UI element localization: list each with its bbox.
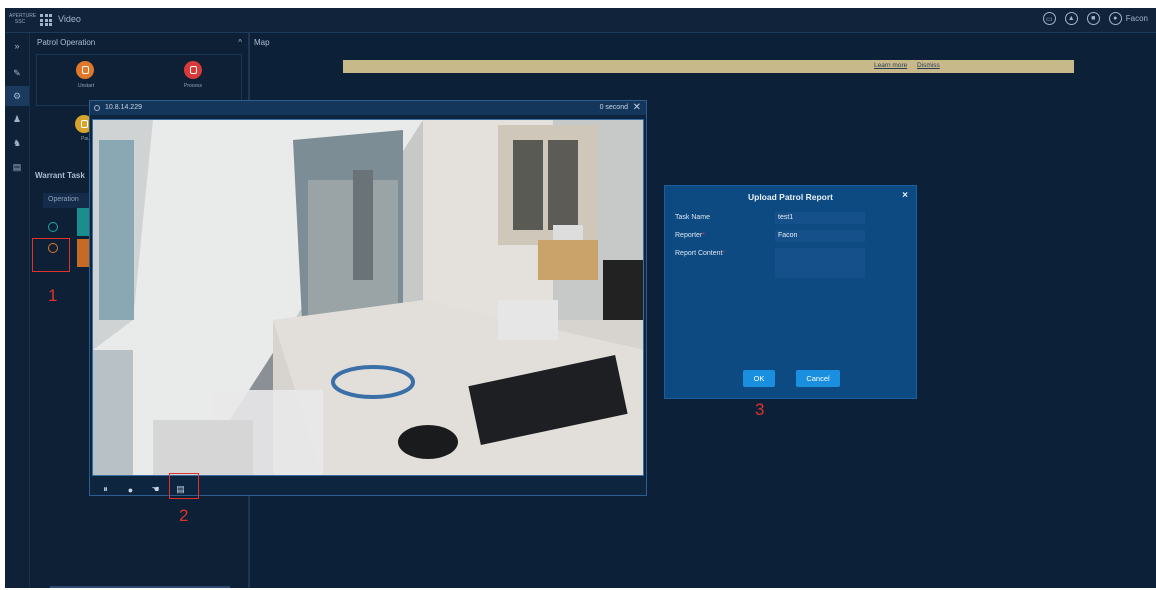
upload-report-dialog: Upload Patrol Report × Task Name test1 R… — [664, 185, 917, 399]
dialog-close-icon[interactable]: × — [902, 190, 908, 201]
report-content-label-text: Report Content — [675, 250, 723, 257]
unstart-button[interactable] — [76, 61, 94, 79]
pause-icon[interactable]: ⏸ — [100, 484, 111, 495]
cancel-button[interactable]: Cancel — [796, 370, 840, 387]
panel-header[interactable]: Patrol Operation ^ — [30, 33, 248, 53]
video-frame-image — [93, 120, 643, 475]
panel-scrollbar[interactable] — [50, 586, 230, 588]
top-icons: ▭ ▲ ■ ● Facon — [1042, 12, 1148, 25]
collapse-caret-icon[interactable]: ^ — [238, 38, 242, 47]
task-name-field[interactable]: test1 — [775, 212, 865, 224]
left-rail: » ✎ ⚙ ♟ ♞ ▤ — [5, 33, 30, 588]
patrol-active-icon[interactable]: ⚙ — [5, 86, 29, 106]
report-content-label: Report Content* — [675, 250, 725, 257]
operation-box: Unstart Process — [36, 54, 242, 106]
video-window: 10.8.14.229 0 second ✕ ⏸ ● ☚ ▤ — [89, 100, 647, 496]
elapsed-time: 0 second — [599, 104, 628, 111]
user-name[interactable]: Facon — [1126, 14, 1148, 23]
annotation-box-2 — [169, 473, 199, 499]
annotation-number-1: 1 — [48, 286, 58, 305]
required-marker: * — [702, 232, 705, 239]
collapse-icon[interactable]: » — [5, 36, 29, 56]
process-button[interactable] — [184, 61, 202, 79]
play-icon[interactable] — [48, 222, 58, 232]
panel-title: Patrol Operation — [37, 38, 96, 47]
annotation-number-3: 3 — [755, 400, 765, 419]
process-label: Process — [184, 83, 203, 89]
app-logo: APERTURE SSC — [9, 13, 37, 25]
status-bar-orange — [77, 239, 89, 267]
map-label: Map — [254, 38, 270, 47]
display-icon[interactable]: ▭ — [1042, 12, 1056, 25]
reporter-label-text: Reporter — [675, 232, 703, 239]
app-title: Video — [58, 14, 81, 24]
user-icon[interactable]: ● — [1108, 12, 1122, 25]
dialog-title: Upload Patrol Report — [747, 192, 833, 202]
reporter-label: Reporter* — [675, 232, 705, 239]
hand-icon[interactable]: ☚ — [150, 484, 161, 495]
location-icon[interactable]: ● — [125, 484, 136, 495]
task-name-label: Task Name — [675, 214, 711, 221]
status-bar-teal — [77, 208, 89, 236]
video-feed[interactable] — [92, 119, 644, 476]
required-marker: * — [722, 250, 726, 257]
annotation-number-2: 2 — [179, 506, 189, 525]
annotation-box-1 — [32, 238, 70, 272]
report-content-textarea[interactable] — [775, 248, 865, 278]
notice-bar: Learn more Dismiss — [343, 60, 1074, 73]
video-header[interactable]: 10.8.14.229 0 second ✕ — [90, 101, 646, 115]
group-icon[interactable]: ♞ — [5, 133, 29, 153]
camera-icon — [94, 105, 100, 111]
app-grid-icon[interactable] — [40, 14, 52, 26]
report-icon[interactable]: ▤ — [5, 157, 29, 177]
person-icon[interactable]: ♟ — [5, 109, 29, 129]
app-window: APERTURE SSC Video ▭ ▲ ■ ● Facon » ✎ ⚙ ♟… — [5, 8, 1156, 588]
dismiss-link[interactable]: Dismiss — [917, 62, 940, 69]
bell-icon[interactable]: ▲ — [1064, 12, 1078, 25]
learn-more-link[interactable]: Learn more — [874, 62, 907, 69]
patrol-icon[interactable]: ✎ — [5, 63, 29, 83]
close-icon[interactable]: ✕ — [633, 102, 641, 113]
alarm-icon[interactable]: ■ — [1086, 12, 1100, 25]
reporter-field[interactable]: Facon — [775, 230, 865, 242]
ok-button[interactable]: OK — [743, 370, 775, 387]
warrant-task-title: Warrant Task — [35, 171, 85, 180]
unstart-label: Unstart — [78, 83, 95, 89]
camera-ip: 10.8.14.229 — [105, 104, 142, 111]
top-bar: APERTURE SSC Video ▭ ▲ ■ ● Facon — [5, 8, 1156, 33]
